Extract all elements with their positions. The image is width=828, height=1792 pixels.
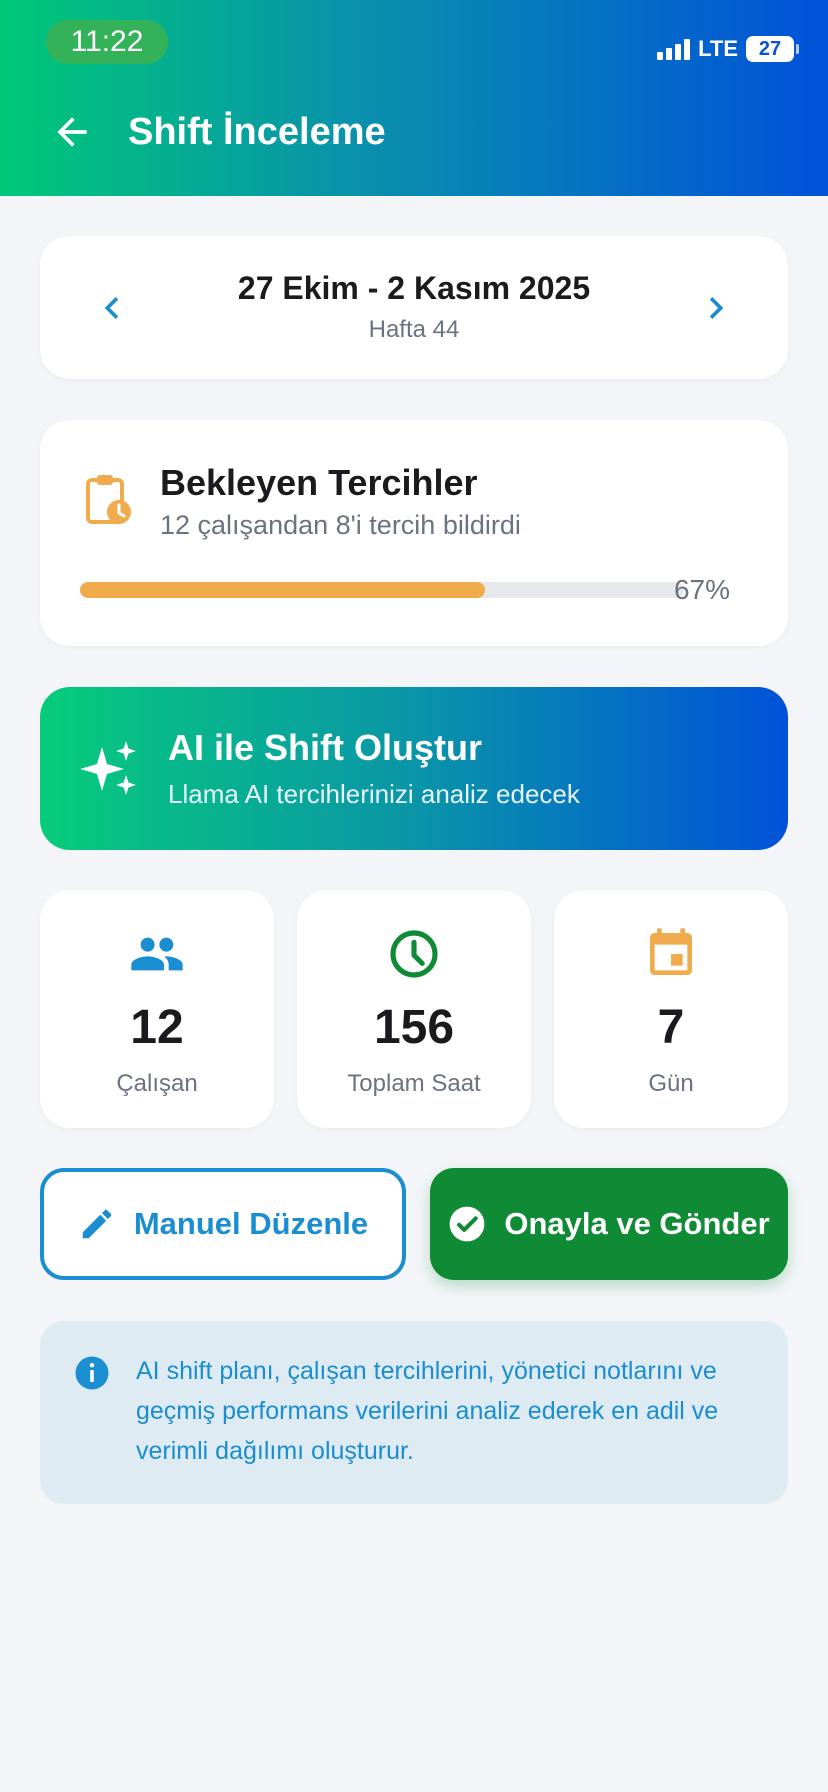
stat-value: 7 — [657, 1001, 685, 1054]
stat-value: 12 — [130, 1001, 184, 1054]
approve-send-button[interactable]: Onayla ve Gönder — [430, 1168, 788, 1280]
stat-card-total-hours: 156 Toplam Saat — [297, 890, 531, 1128]
people-icon — [131, 937, 183, 971]
week-number: Hafta 44 — [368, 316, 460, 343]
page-title: Shift İnceleme — [128, 111, 386, 153]
back-arrow-icon[interactable] — [50, 110, 94, 154]
info-icon — [75, 1356, 109, 1390]
signal-icon — [657, 38, 691, 60]
sparkles-icon — [80, 741, 136, 795]
ai-card-title: AI ile Shift Oluştur — [168, 727, 483, 768]
preferences-subtitle: 12 çalışandan 8'i tercih bildirdi — [160, 510, 521, 540]
battery-icon: 27 — [746, 36, 799, 62]
stat-label: Çalışan — [116, 1070, 198, 1097]
status-time: 11:22 — [46, 20, 168, 64]
ai-generate-shift-button[interactable]: AI ile Shift Oluştur Llama AI tercihleri… — [40, 687, 788, 850]
pencil-icon — [82, 1209, 112, 1239]
clock-icon — [390, 930, 438, 978]
app-header: 11:22 LTE 27 Shift İnceleme — [0, 0, 828, 196]
manual-edit-button[interactable]: Manuel Düzenle — [40, 1168, 406, 1280]
stat-card-employees: 12 Çalışan — [40, 890, 274, 1128]
stat-value: 156 — [373, 1001, 455, 1054]
info-box: AI shift planı, çalışan tercihlerini, yö… — [40, 1321, 788, 1504]
progress-percent: 67% — [673, 574, 730, 605]
progress-fill — [80, 582, 485, 598]
info-text: AI shift planı, çalışan tercihlerini, yö… — [136, 1357, 719, 1465]
clipboard-clock-icon — [86, 475, 131, 524]
ai-card-subtitle: Llama AI tercihlerinizi analiz edecek — [168, 779, 580, 809]
stat-label: Gün — [648, 1070, 694, 1097]
stat-label: Toplam Saat — [347, 1070, 481, 1097]
preferences-title: Bekleyen Tercihler — [160, 462, 478, 503]
week-range: 27 Ekim - 2 Kasım 2025 — [237, 270, 591, 306]
next-week-button[interactable] — [694, 286, 738, 330]
status-indicators: LTE 27 — [657, 34, 799, 64]
network-label: LTE — [698, 36, 738, 61]
approve-send-label: Onayla ve Gönder — [504, 1206, 770, 1241]
preferences-progress-bar — [80, 582, 684, 598]
week-selector: 27 Ekim - 2 Kasım 2025 Hafta 44 — [40, 236, 788, 379]
check-circle-icon — [449, 1206, 485, 1242]
pending-preferences-card: Bekleyen Tercihler 12 çalışandan 8'i ter… — [40, 420, 788, 646]
manual-edit-label: Manuel Düzenle — [133, 1206, 369, 1241]
calendar-icon — [650, 928, 692, 975]
stat-card-days: 7 Gün — [554, 890, 788, 1128]
